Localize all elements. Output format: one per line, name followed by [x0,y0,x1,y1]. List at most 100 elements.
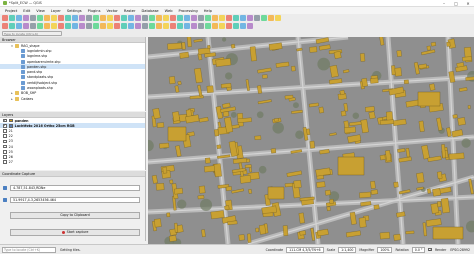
measure-icon[interactable] [142,15,148,21]
open-project-icon[interactable] [177,15,183,21]
identify-icon[interactable] [212,23,218,29]
coordinate-field-1[interactable]: 4.787,51.843,RDNe [10,185,140,191]
zoom-in-icon[interactable] [198,15,204,21]
open-project-icon[interactable] [9,23,15,29]
zoom-out-icon[interactable] [121,23,127,29]
toolbar-locator[interactable]: Type to locate (Ctrl+K) [2,31,62,36]
chevron-right-icon[interactable] [16,86,20,90]
identify-icon[interactable] [44,15,50,21]
layer-visibility-checkbox[interactable] [3,149,7,154]
attribute-table-icon[interactable] [156,15,162,21]
menu-processing[interactable]: Processing [176,9,201,13]
identify-icon[interactable] [128,15,134,21]
refresh-icon[interactable] [65,23,71,29]
new-project-icon[interactable] [86,15,92,21]
select-icon[interactable] [135,15,141,21]
select-icon[interactable] [135,23,141,29]
pan-icon[interactable] [191,23,197,29]
digitize-icon[interactable] [163,15,169,21]
new-project-icon[interactable] [254,15,260,21]
layer-visibility-checkbox[interactable] [3,144,7,149]
attribute-table-icon[interactable] [72,23,78,29]
pan-icon[interactable] [107,23,113,29]
zoom-in-icon[interactable] [114,23,120,29]
digitize-icon[interactable] [247,15,253,21]
select-icon[interactable] [219,15,225,21]
measure-icon[interactable] [58,23,64,29]
crs-icon-2[interactable] [3,198,7,202]
attribute-table-icon[interactable] [240,15,246,21]
menu-help[interactable]: Help [201,9,215,13]
new-project-icon[interactable] [170,15,176,21]
pan-icon[interactable] [275,15,281,21]
chevron-right-icon[interactable] [16,70,20,74]
attribute-table-icon[interactable] [240,23,246,29]
layer-visibility-checkbox[interactable] [3,155,7,159]
layer-visibility-checkbox[interactable] [3,160,7,164]
save-project-icon[interactable] [184,15,190,21]
zoom-in-icon[interactable] [30,23,36,29]
layer-visibility-checkbox[interactable]: ✓ [3,124,7,128]
chevron-down-icon[interactable]: ▾ [10,44,14,48]
open-project-icon[interactable] [177,23,183,29]
select-icon[interactable] [51,23,57,29]
identify-icon[interactable] [128,23,134,29]
rotation-value[interactable]: 0.0 ° [411,246,426,253]
minimize-icon[interactable]: – [438,0,450,7]
new-project-icon[interactable] [2,15,8,21]
menu-vector[interactable]: Vector [103,9,120,13]
coordinate-value[interactable]: 111.CM 4,3/5/7N+6 [286,246,324,253]
pan-icon[interactable] [23,15,29,21]
menu-edit[interactable]: Edit [20,9,33,13]
menu-raster[interactable]: Raster [121,9,139,13]
identify-icon[interactable] [212,15,218,21]
save-project-icon[interactable] [100,23,106,29]
zoom-in-icon[interactable] [114,15,120,21]
chevron-right-icon[interactable] [16,81,20,85]
crs-icon[interactable] [3,186,7,190]
select-icon[interactable] [51,15,57,21]
attribute-table-icon[interactable] [72,15,78,21]
start-capture-button[interactable]: Start capture [10,229,140,236]
menu-layer[interactable]: Layer [48,9,64,13]
zoom-out-icon[interactable] [37,15,43,21]
pan-icon[interactable] [23,23,29,29]
refresh-icon[interactable] [149,15,155,21]
menu-project[interactable]: Project [2,9,20,13]
coordinate-field-2[interactable]: 51.9917,4.3,2653456.464 [10,197,140,203]
menu-view[interactable]: View [33,9,48,13]
measure-icon[interactable] [226,23,232,29]
zoom-in-icon[interactable] [30,15,36,21]
save-project-icon[interactable] [16,23,22,29]
chevron-right-icon[interactable]: ▸ [10,91,14,95]
refresh-icon[interactable] [233,23,239,29]
new-project-icon[interactable] [2,23,8,29]
layer-visibility-checkbox[interactable] [3,139,7,144]
attribute-table-icon[interactable] [156,23,162,29]
pan-icon[interactable] [191,15,197,21]
scale-value[interactable]: 1:1,400 [338,246,357,253]
zoom-out-icon[interactable] [121,15,127,21]
menu-settings[interactable]: Settings [64,9,85,13]
zoom-out-icon[interactable] [205,15,211,21]
digitize-icon[interactable] [247,23,253,29]
refresh-icon[interactable] [65,15,71,21]
digitize-icon[interactable] [163,23,169,29]
save-project-icon[interactable] [268,15,274,21]
new-project-icon[interactable] [170,23,176,29]
digitize-icon[interactable] [79,23,85,29]
menu-web[interactable]: Web [162,9,176,13]
save-project-icon[interactable] [16,15,22,21]
chevron-right-icon[interactable] [16,65,20,69]
maximize-icon[interactable]: □ [450,0,462,7]
zoom-out-icon[interactable] [205,23,211,29]
layer-visibility-checkbox[interactable]: ✓ [3,119,7,123]
magnifier-value[interactable]: 100% [377,246,393,253]
status-locator-input[interactable]: Type to locate (Ctrl+K) [2,246,56,253]
open-project-icon[interactable] [9,15,15,21]
browser-item[interactable]: ▸ Cadaes [0,96,145,101]
chevron-right-icon[interactable] [16,54,20,58]
new-project-icon[interactable] [86,23,92,29]
measure-icon[interactable] [142,23,148,29]
layer-visibility-checkbox[interactable] [3,134,7,138]
